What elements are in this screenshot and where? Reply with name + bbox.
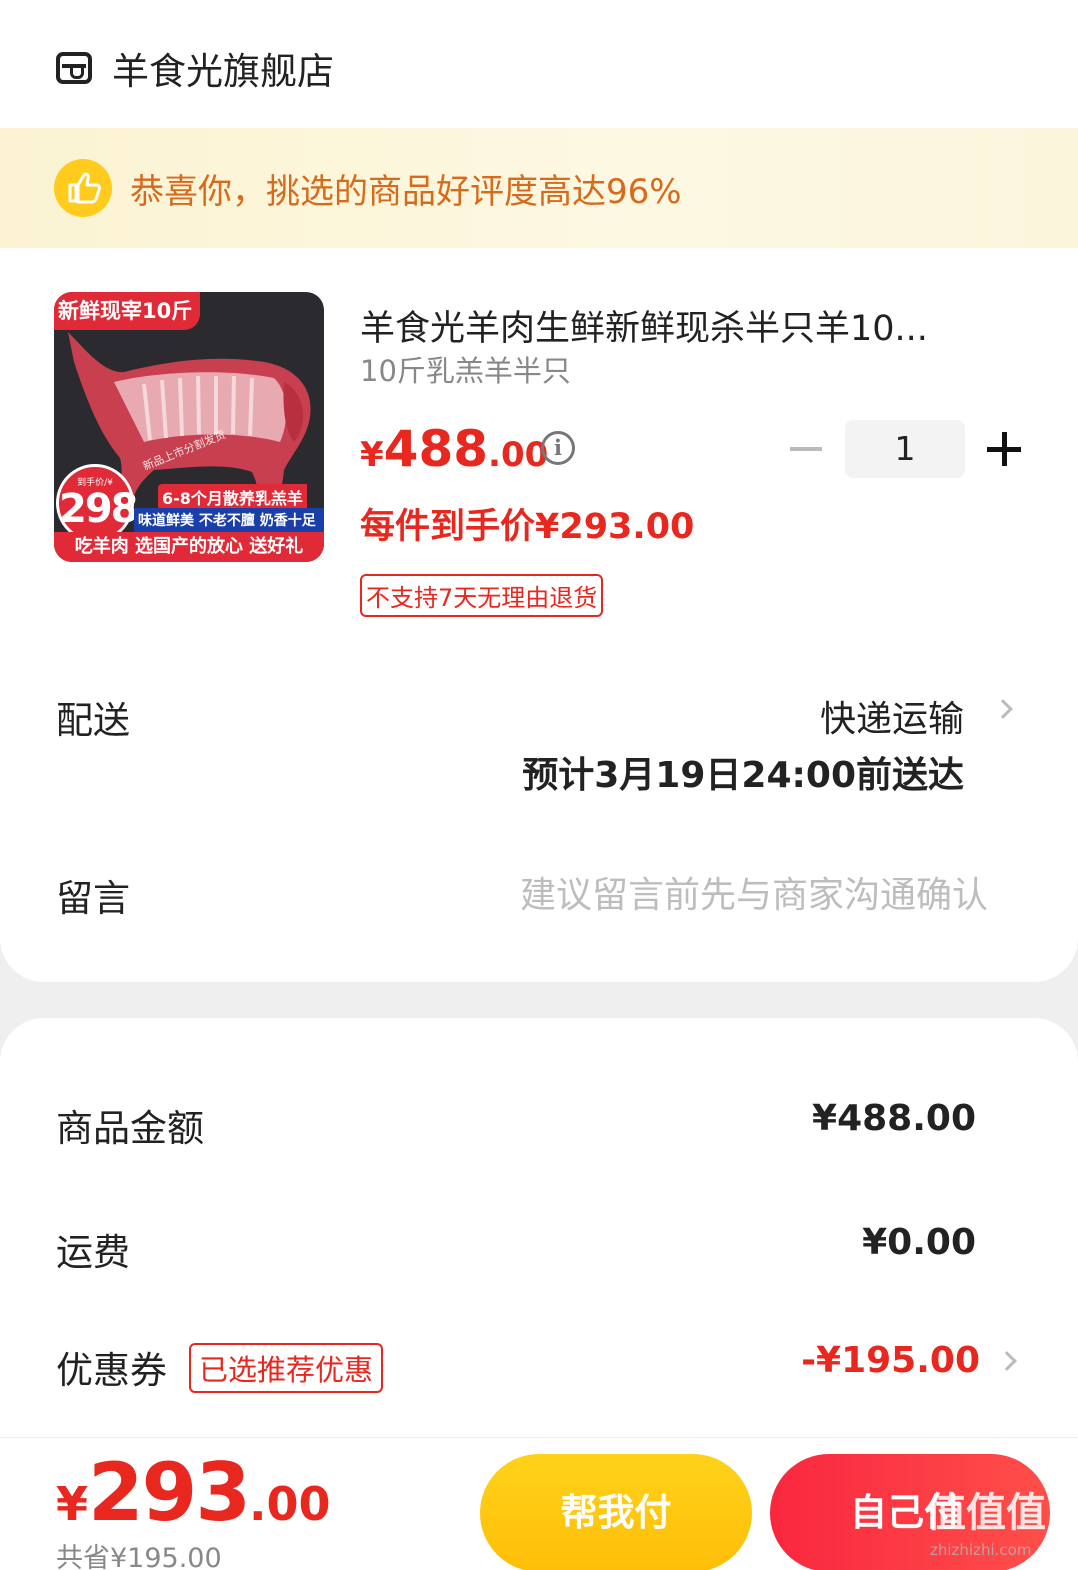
message-label: 留言 — [56, 877, 130, 920]
product-title[interactable]: 羊食光羊肉生鲜新鲜现杀半只羊10... — [360, 300, 1000, 351]
image-tag: 新鲜现宰10斤 — [54, 292, 201, 330]
shop-header[interactable]: 羊食光旗舰店 — [56, 40, 334, 96]
product-image[interactable]: 新鲜现宰10斤 新品上市分割发货 到手价/¥ 298 6-8个月散养乳羔羊 味道… — [54, 292, 324, 562]
banner-text: 恭喜你，挑选的商品好评度高达96% — [130, 171, 682, 212]
image-price-badge: 到手价/¥ 298 — [56, 464, 139, 542]
delivery-label: 配送 — [56, 699, 130, 742]
image-bottom-text: 吃羊肉 选国产的放心 送好礼 — [54, 532, 324, 562]
shop-name[interactable]: 羊食光旗舰店 — [112, 41, 334, 95]
coupon-value[interactable]: -¥195.00 — [801, 1340, 980, 1381]
delivery-eta: 预计3月19日24:00前送达 — [522, 755, 964, 796]
quantity-decrease-button[interactable] — [790, 447, 822, 451]
quantity-increase-button[interactable] — [987, 432, 1021, 466]
watermark: 值值值 — [926, 1490, 1046, 1536]
goods-amount-value: ¥488.00 — [812, 1098, 976, 1139]
thumbs-up-icon — [54, 159, 112, 217]
product-spec[interactable]: 10斤乳羔羊半只 — [360, 348, 571, 390]
saved-amount: 共省¥195.00 — [56, 1543, 222, 1570]
no-return-badge: 不支持7天无理由退货 — [360, 574, 604, 617]
total-currency: ¥ — [56, 1477, 89, 1531]
image-price-big: 298 — [59, 486, 139, 532]
info-icon[interactable]: i — [541, 431, 575, 465]
rating-banner: 恭喜你，挑选的商品好评度高达96% — [0, 128, 1078, 248]
chevron-right-icon[interactable] — [993, 699, 1013, 719]
quantity-input[interactable]: 1 — [845, 420, 965, 478]
coupon-tag[interactable]: 已选推荐优惠 — [189, 1343, 384, 1393]
image-line2: 味道鲜美 不老不膻 奶香十足 — [134, 508, 324, 532]
image-line1: 6-8个月散养乳羔羊 — [158, 484, 307, 510]
shipping-value: ¥0.00 — [862, 1222, 976, 1263]
price-integer: 488 — [383, 420, 489, 478]
delivery-method[interactable]: 快递运输 — [820, 690, 964, 742]
goods-amount-label: 商品金额 — [56, 1107, 204, 1150]
message-input[interactable]: 建议留言前先与商家沟通确认 — [520, 866, 988, 918]
help-pay-button[interactable]: 帮我付 — [480, 1454, 752, 1570]
unit-price: 每件到手价¥293.00 — [360, 507, 695, 547]
total-integer: 293 — [88, 1446, 251, 1539]
product-price: ¥ 488 .00 — [360, 420, 548, 478]
watermark-sub: zhizhizhi.com — [930, 1541, 1032, 1559]
total-price: ¥ 293 .00 — [56, 1446, 331, 1539]
total-decimal: .00 — [249, 1477, 331, 1531]
shop-icon — [56, 52, 92, 84]
coupon-label: 优惠券 — [56, 1349, 167, 1392]
shipping-label: 运费 — [56, 1231, 130, 1274]
price-currency: ¥ — [360, 435, 384, 475]
order-card: 羊食光旗舰店 恭喜你，挑选的商品好评度高达96% 新鲜现宰10斤 新品上市分割发… — [0, 0, 1078, 982]
price-decimal: .00 — [488, 435, 549, 475]
